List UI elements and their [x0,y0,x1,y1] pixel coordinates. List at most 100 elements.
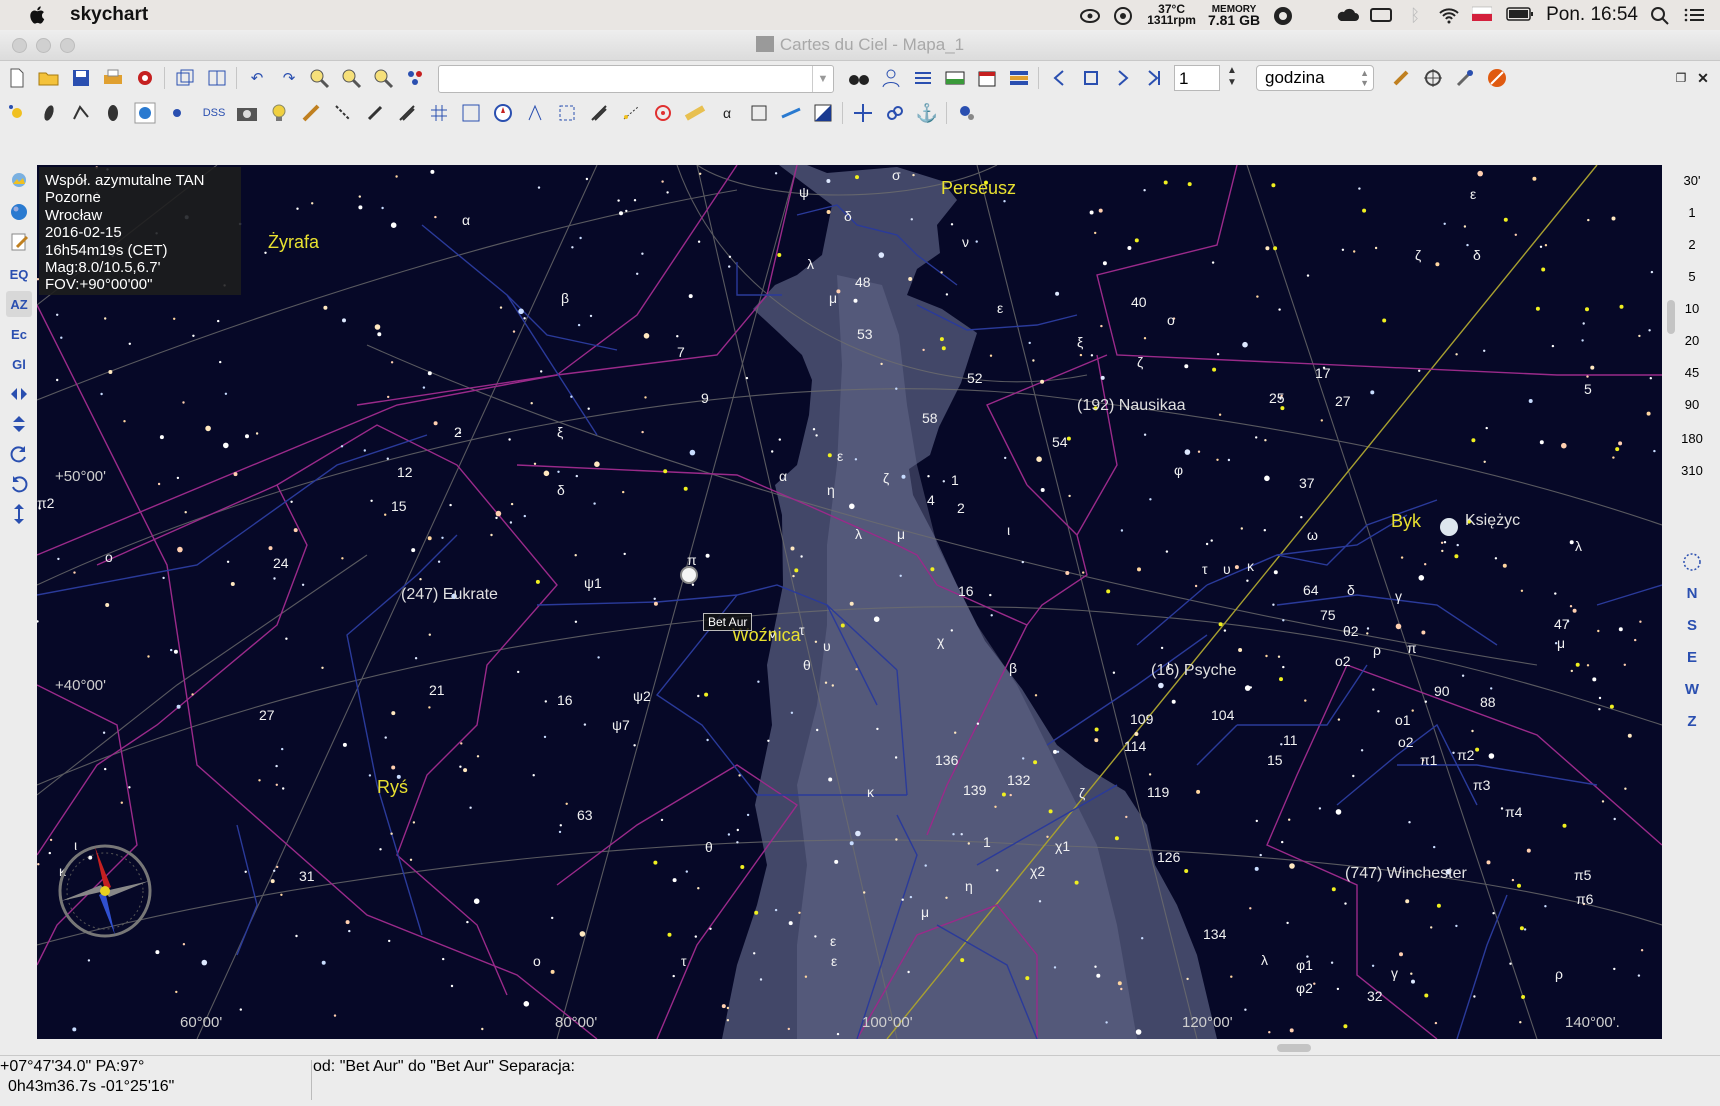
apple-logo-icon[interactable] [28,5,48,25]
alpha-labels-icon[interactable]: α [714,100,740,126]
horizontal-scroll-thumb[interactable] [1277,1044,1311,1052]
invert-colors-icon[interactable] [810,100,836,126]
telescope-icon[interactable] [1388,65,1414,91]
field-of-view-icon[interactable] [6,167,32,193]
compass-icon[interactable] [490,100,516,126]
fov-button[interactable]: 5 [1664,269,1720,284]
tile-windows-icon[interactable] [204,65,230,91]
tools-icon[interactable] [1452,65,1478,91]
object-labels-icon[interactable] [746,100,772,126]
temp-rpm-stat[interactable]: 37°C 1311rpm [1147,3,1196,26]
creative-cloud-icon[interactable] [1079,6,1101,24]
calendar-icon[interactable] [974,65,1000,91]
input-flag-pl-icon[interactable] [1471,6,1494,24]
time-fast-forward-icon[interactable] [1142,65,1168,91]
horizontal-scrollbar[interactable] [37,1041,1662,1055]
pencil-icon[interactable] [298,100,324,126]
new-file-icon[interactable] [4,65,30,91]
anchor-icon[interactable]: ⚓ [914,100,940,126]
view-south-button[interactable]: S [1664,617,1720,634]
cloud-icon[interactable] [1336,6,1360,24]
app-name[interactable]: skychart [70,4,148,26]
observer-icon[interactable] [878,65,904,91]
move-icon[interactable] [850,100,876,126]
telescope-fov-icon[interactable] [778,100,804,126]
time-now-icon[interactable] [1078,65,1104,91]
link-icon[interactable] [882,100,908,126]
vertical-expand-icon[interactable] [6,501,32,527]
time-bars-icon[interactable] [1006,65,1032,91]
zoom-in-icon[interactable] [306,65,332,91]
view-west-button[interactable]: W [1664,681,1720,698]
sky-chart[interactable]: σ ψ δ ν λ 48 μ 53 ε 40 ο ξ ζ 52 58 54 α β 7 9 2 12 15 π2 ξ δ α ε η ζ 1… [37,165,1662,1039]
rotate-left-icon[interactable] [6,471,32,497]
fov-button[interactable]: 2 [1664,237,1720,252]
view-north-button[interactable]: N [1664,585,1720,602]
constellation-boundary-icon[interactable] [554,100,580,126]
horizon-view-icon[interactable] [1664,551,1720,576]
galactic-plane-icon[interactable] [618,100,644,126]
fov-button[interactable]: 180 [1664,431,1720,446]
show-stars-icon[interactable] [4,100,30,126]
rotate-right-icon[interactable] [6,441,32,467]
lightbulb-icon[interactable] [266,100,292,126]
equatorial-coords-button[interactable]: EQ [6,261,32,287]
target-crosshair-icon[interactable] [1420,65,1446,91]
edit-document-icon[interactable] [6,229,32,255]
menubar-clock[interactable]: Pon. 16:54 [1546,4,1638,26]
flip-vertical-icon[interactable] [6,411,32,437]
open-folder-icon[interactable] [36,65,62,91]
time-unit-select[interactable]: godzina ▲ ▼ [1256,65,1374,91]
fov-button[interactable]: 45 [1664,365,1720,380]
time-step-input[interactable]: 1 [1174,65,1220,91]
show-asteroids-icon[interactable] [164,100,190,126]
camera-icon[interactable] [234,100,260,126]
sky-chart-canvas[interactable]: σψδνλ48μ53ε 40οξζ525854αβ7921215π2ξδαεηζ 1… [37,165,1662,1039]
ecliptic-icon[interactable] [586,100,612,126]
vertical-scrollbar[interactable] [1664,300,1678,340]
window-titlebar[interactable]: Cartes du Ciel - Mapa_1 [0,30,1720,61]
constellation-figure-icon[interactable] [522,100,548,126]
view-zenith-button[interactable]: Z [1664,713,1720,730]
ruler-icon[interactable] [682,100,708,126]
new-window-icon[interactable] [172,65,198,91]
flip-horizontal-icon[interactable] [6,381,32,407]
grid-labels-icon[interactable] [458,100,484,126]
memory-stat[interactable]: MEMORY 7.81 GB [1208,4,1260,27]
azimuthal-coords-button[interactable]: AZ [6,291,32,317]
object-search-combobox[interactable]: ▼ [438,65,834,93]
settings-gear-icon[interactable] [132,65,158,91]
planetarium-icon[interactable] [954,100,980,126]
fov-button[interactable]: 90 [1664,397,1720,412]
spotlight-search-icon[interactable] [1650,6,1672,25]
view-east-button[interactable]: E [1664,649,1720,666]
target-icon[interactable] [650,100,676,126]
undo-icon[interactable]: ↶ [244,65,270,91]
time-forward-icon[interactable] [1110,65,1136,91]
bluetooth-icon[interactable]: ᛒ [1404,6,1426,25]
zoom-out-icon[interactable] [338,65,364,91]
fov-button[interactable]: 30' [1664,173,1720,188]
show-milkyway-icon[interactable] [100,100,126,126]
show-lines-icon[interactable] [68,100,94,126]
ecliptic-coords-button[interactable]: Ec [6,321,32,347]
show-dss-button[interactable]: DSS [196,100,232,126]
close-panel-icon[interactable]: ✕ [1694,65,1712,91]
no-telescope-icon[interactable] [1484,65,1510,91]
restore-panel-icon[interactable]: ❐ [1672,65,1690,91]
notification-center-icon[interactable] [1684,6,1706,24]
eq-grid-icon[interactable] [426,100,452,126]
print-icon[interactable] [100,65,126,91]
list-icon[interactable] [910,65,936,91]
alfred-icon[interactable] [1272,6,1294,25]
time-back-icon[interactable] [1046,65,1072,91]
zoom-fit-icon[interactable] [370,65,396,91]
galactic-coords-button[interactable]: Gl [6,351,32,377]
fov-button[interactable]: 1 [1664,205,1720,220]
binoculars-icon[interactable] [846,65,872,91]
show-planets-icon[interactable] [132,100,158,126]
brush-icon[interactable] [362,100,388,126]
cpu-fan-icon[interactable] [1113,6,1135,25]
wifi-icon[interactable] [1438,6,1460,24]
battery-icon[interactable] [1506,6,1534,24]
